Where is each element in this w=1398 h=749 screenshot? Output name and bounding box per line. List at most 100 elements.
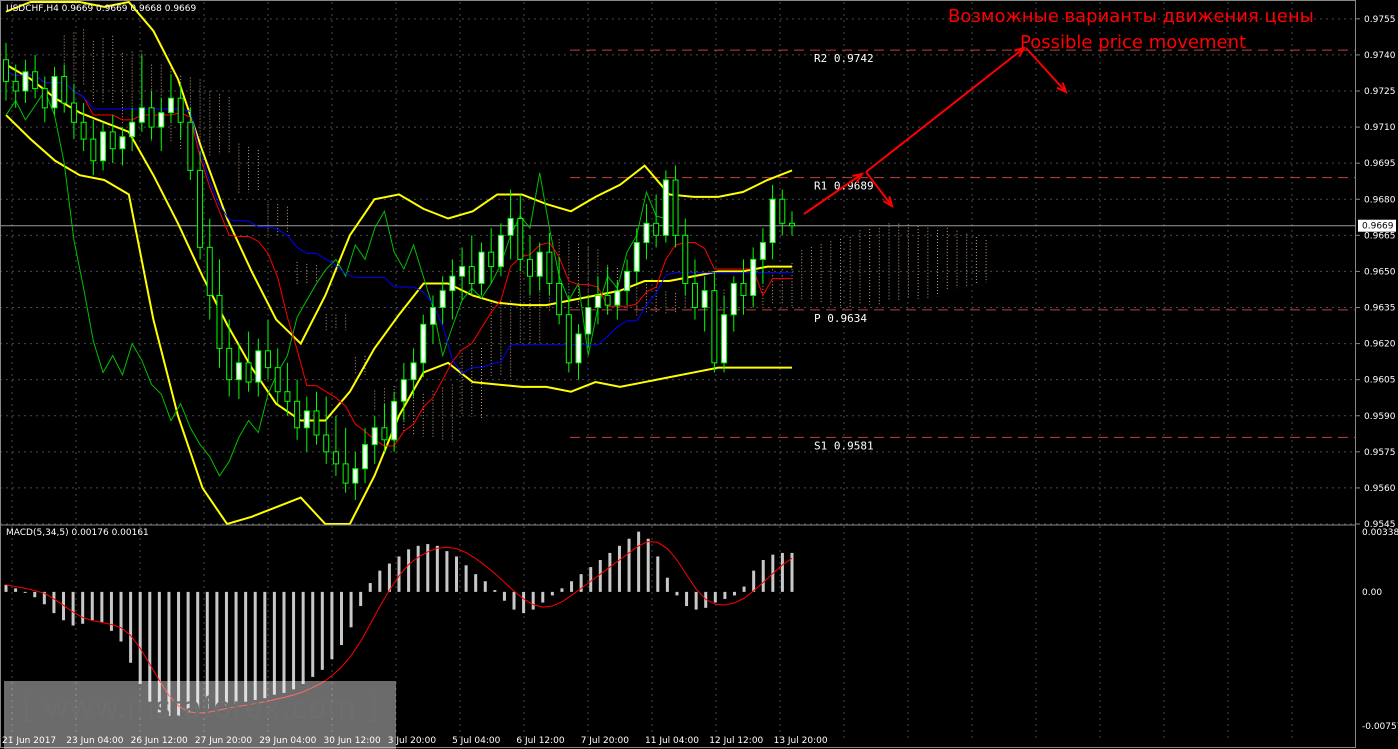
candle-body [779, 198, 786, 224]
macd-bar [282, 591, 286, 693]
price-tick-label: 0.9635 [1364, 304, 1396, 314]
candle-body [769, 198, 776, 244]
candle-body [381, 427, 388, 441]
price-tick-label: 0.9695 [1364, 159, 1396, 169]
macd-bar [339, 591, 343, 646]
candle-body [614, 290, 621, 306]
macd-bar [598, 559, 602, 592]
macd-bar [637, 531, 641, 592]
candle-body [3, 59, 9, 82]
watermark-logo: [ www.instaforex.com ] [4, 681, 396, 749]
macd-bar [272, 591, 276, 695]
annotation-english: Possible price movement [1020, 32, 1247, 53]
candle-body [61, 76, 68, 104]
candle-body [701, 290, 708, 309]
candle-body [51, 76, 58, 109]
macd-bar [723, 591, 727, 599]
bollinger-upper-band [5, 0, 793, 346]
macd-tick-label: 0.00338 [1362, 528, 1398, 538]
macd-bar [14, 588, 18, 592]
candle-body [429, 307, 436, 325]
candle-body [759, 242, 766, 260]
candle-body [352, 468, 359, 484]
price-tick-label: 0.9605 [1364, 376, 1396, 386]
candle-body [420, 323, 427, 364]
price-tick-label: 0.9680 [1364, 195, 1396, 205]
date-tick-label: 12 Jul 12:00 [709, 736, 763, 746]
candle-body [672, 179, 679, 236]
candle-body [459, 266, 466, 277]
candle-body [497, 234, 504, 268]
candle-body [70, 102, 77, 123]
candle-body [468, 266, 475, 284]
macd-bar [71, 591, 75, 626]
macd-bar [52, 591, 56, 614]
candle-body [740, 282, 747, 296]
candle-body [682, 234, 689, 284]
macd-bar [129, 591, 133, 663]
macd-bar [493, 590, 497, 592]
candle-body [41, 88, 48, 109]
macd-bar [90, 591, 94, 621]
price-tick-label: 0.9620 [1364, 340, 1396, 350]
price-tick-label: 0.9590 [1364, 412, 1396, 422]
candle-body [80, 121, 87, 140]
candle-body [303, 410, 310, 429]
macd-tick-label: -0.00757 [1362, 722, 1398, 732]
macd-bar [665, 577, 669, 592]
tenkan-sen [5, 71, 792, 447]
candle-body [362, 444, 369, 470]
macd-bar [330, 591, 334, 660]
candle-body [235, 362, 242, 381]
macd-bar [119, 591, 123, 642]
candle-body [536, 251, 543, 277]
candle-body [517, 217, 524, 260]
candle-body [449, 275, 456, 292]
macd-bar [522, 591, 526, 614]
candle-body [284, 391, 291, 402]
macd-bar [407, 549, 411, 592]
macd-bar [435, 545, 439, 592]
macd-bar [675, 591, 679, 596]
candle-body [730, 282, 737, 316]
date-tick-label: 5 Jul 04:00 [452, 736, 501, 746]
macd-bar [617, 545, 621, 592]
bollinger-bands [5, 0, 793, 526]
price-tick-label: 0.9725 [1364, 87, 1396, 97]
macd-bar [713, 591, 717, 603]
macd-bar [656, 556, 660, 592]
macd-bar [387, 563, 391, 592]
macd-bar [560, 588, 564, 592]
candle-body [32, 71, 39, 90]
candle-body [255, 350, 262, 383]
candle-body [653, 222, 660, 236]
candle-body [546, 251, 553, 284]
candle-body [391, 400, 398, 441]
macd-bar [608, 552, 612, 592]
date-tick-label: 11 Jul 04:00 [645, 736, 699, 746]
arrow-up-to-r2 [865, 47, 1025, 173]
candle-body [294, 400, 301, 429]
symbol-title: USDCHF,H4 0.9669 0.9669 0.9668 0.9669 [6, 4, 197, 14]
candle-body [265, 350, 271, 369]
macd-bar [512, 591, 516, 610]
candle-body [711, 290, 718, 364]
candle-body [488, 251, 495, 268]
candle-body [138, 107, 145, 123]
chart-canvas[interactable]: R2 0.9742R1 0.9689P 0.9634S1 0.9581 0.97… [0, 0, 1398, 749]
macd-bar [550, 591, 554, 596]
candle-body [313, 410, 320, 436]
candle-body [206, 246, 213, 296]
price-tick-label: 0.9560 [1364, 484, 1396, 494]
candle-body [148, 107, 155, 128]
macd-bar [541, 591, 545, 603]
macd-bar [464, 565, 468, 592]
macd-bar [359, 591, 363, 607]
macd-bar [483, 581, 487, 592]
candle-body [177, 97, 184, 123]
candle-body [187, 121, 194, 171]
candle-body [662, 179, 669, 236]
bollinger-lower-band [5, 114, 792, 526]
pivot-label-r2: R2 0.9742 [814, 52, 874, 65]
candle-body [789, 222, 795, 227]
